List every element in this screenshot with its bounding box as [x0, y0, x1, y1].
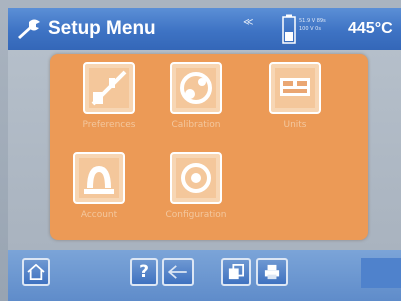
menu-item-preferences[interactable]: Preferences [70, 62, 148, 130]
menu-item-units[interactable]: Units [256, 62, 334, 130]
temperature-readout: 445°C [348, 20, 393, 37]
menu-item-calibration[interactable]: Calibration [157, 62, 235, 130]
menu-item-configuration[interactable]: Configuration [157, 152, 235, 220]
user-icon [73, 152, 125, 204]
toolbar-right-panel [361, 258, 401, 288]
help-button[interactable]: ? [130, 258, 158, 286]
back-button[interactable] [162, 258, 194, 286]
units-icon [269, 62, 321, 114]
menu-item-account[interactable]: Account [60, 152, 138, 220]
menu-label: Configuration [165, 210, 227, 220]
menu-label: Units [283, 120, 307, 130]
wrench-icon [16, 18, 42, 40]
title-bar: Setup Menu ≪ 51.9 V 89s 100 V 0s 445°C [8, 8, 401, 50]
menu-label: Account [80, 210, 118, 220]
battery-icon [282, 14, 296, 44]
page-title: Setup Menu [48, 18, 156, 39]
help-icon: ? [139, 262, 149, 282]
bottom-toolbar [8, 250, 401, 301]
signal-icon: ≪ [243, 17, 254, 28]
battery-line-2: 100 V 0s [299, 26, 321, 32]
setup-menu-panel: Preferences Calibration Units Account Co… [50, 54, 368, 240]
home-button[interactable] [22, 258, 50, 286]
settings-icon [170, 152, 222, 204]
battery-readout: 51.9 V 89s 100 V 0s [299, 17, 326, 33]
battery-line-1: 51.9 V 89s [299, 18, 326, 24]
copy-button[interactable] [221, 258, 251, 286]
print-button[interactable] [256, 258, 288, 286]
calibration-icon [170, 62, 222, 114]
sliders-icon [83, 62, 135, 114]
menu-label: Calibration [171, 120, 221, 130]
menu-label: Preferences [82, 120, 136, 130]
